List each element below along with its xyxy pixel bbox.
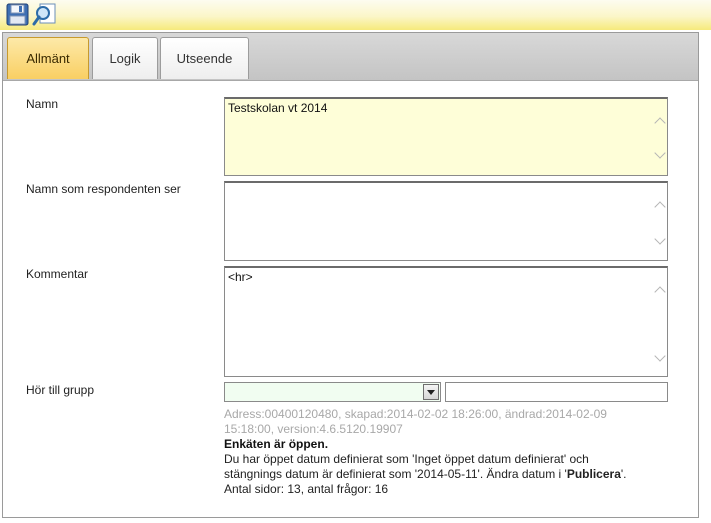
date-info-prefix: stängnings datum är definierat som '2014… bbox=[224, 467, 567, 481]
scroll-up-icon[interactable] bbox=[654, 117, 666, 129]
respondent-name-textarea[interactable] bbox=[224, 181, 668, 261]
chevron-down-icon[interactable] bbox=[423, 384, 439, 400]
date-info-suffix: '. bbox=[620, 467, 627, 481]
tab-allmant[interactable]: Allmänt bbox=[7, 37, 89, 79]
tab-logik[interactable]: Logik bbox=[92, 37, 158, 79]
scroll-up-icon[interactable] bbox=[654, 286, 666, 298]
floppy-disk-icon[interactable] bbox=[5, 2, 30, 27]
group-text-input[interactable] bbox=[445, 382, 668, 402]
scroll-down-icon[interactable] bbox=[654, 147, 666, 159]
name-scrollbar[interactable] bbox=[651, 99, 667, 175]
comment-scrollbar[interactable] bbox=[651, 268, 667, 376]
name-textarea[interactable]: Testskolan vt 2014 bbox=[224, 97, 668, 176]
properties-panel: Allmänt Logik Utseende Namn Testskolan v… bbox=[2, 32, 699, 518]
group-select[interactable] bbox=[224, 382, 441, 402]
tab-utseende[interactable]: Utseende bbox=[160, 37, 249, 79]
scroll-down-icon[interactable] bbox=[654, 233, 666, 245]
comment-label: Kommentar bbox=[26, 267, 89, 281]
toolbar bbox=[0, 0, 711, 30]
survey-meta-line2: 15:18:00, version:4.6.5120.19907 bbox=[224, 422, 403, 436]
survey-meta-line1: Adress:00400120480, skapad:2014-02-02 18… bbox=[224, 407, 607, 421]
respondent-name-scrollbar[interactable] bbox=[651, 183, 667, 260]
date-info-line2: stängnings datum är definierat som '2014… bbox=[224, 467, 684, 482]
respondent-name-label: Namn som respondenten ser bbox=[26, 182, 181, 196]
comment-value: <hr> bbox=[228, 270, 253, 284]
name-value: Testskolan vt 2014 bbox=[228, 101, 328, 115]
publicera-link[interactable]: Publicera bbox=[567, 467, 621, 481]
comment-textarea[interactable]: <hr> bbox=[224, 266, 668, 377]
survey-status: Enkäten är öppen. bbox=[224, 437, 329, 451]
survey-info: Adress:00400120480, skapad:2014-02-02 18… bbox=[224, 407, 684, 497]
group-label: Hör till grupp bbox=[26, 383, 95, 397]
tab-bar: Allmänt Logik Utseende bbox=[3, 33, 698, 81]
scroll-up-icon[interactable] bbox=[654, 201, 666, 213]
scroll-down-icon[interactable] bbox=[654, 350, 666, 362]
name-label: Namn bbox=[26, 97, 59, 111]
date-info-line1: Du har öppet datum definierat som 'Inget… bbox=[224, 452, 589, 466]
survey-counts: Antal sidor: 13, antal frågor: 16 bbox=[224, 482, 389, 496]
magnifier-icon[interactable] bbox=[32, 2, 57, 27]
